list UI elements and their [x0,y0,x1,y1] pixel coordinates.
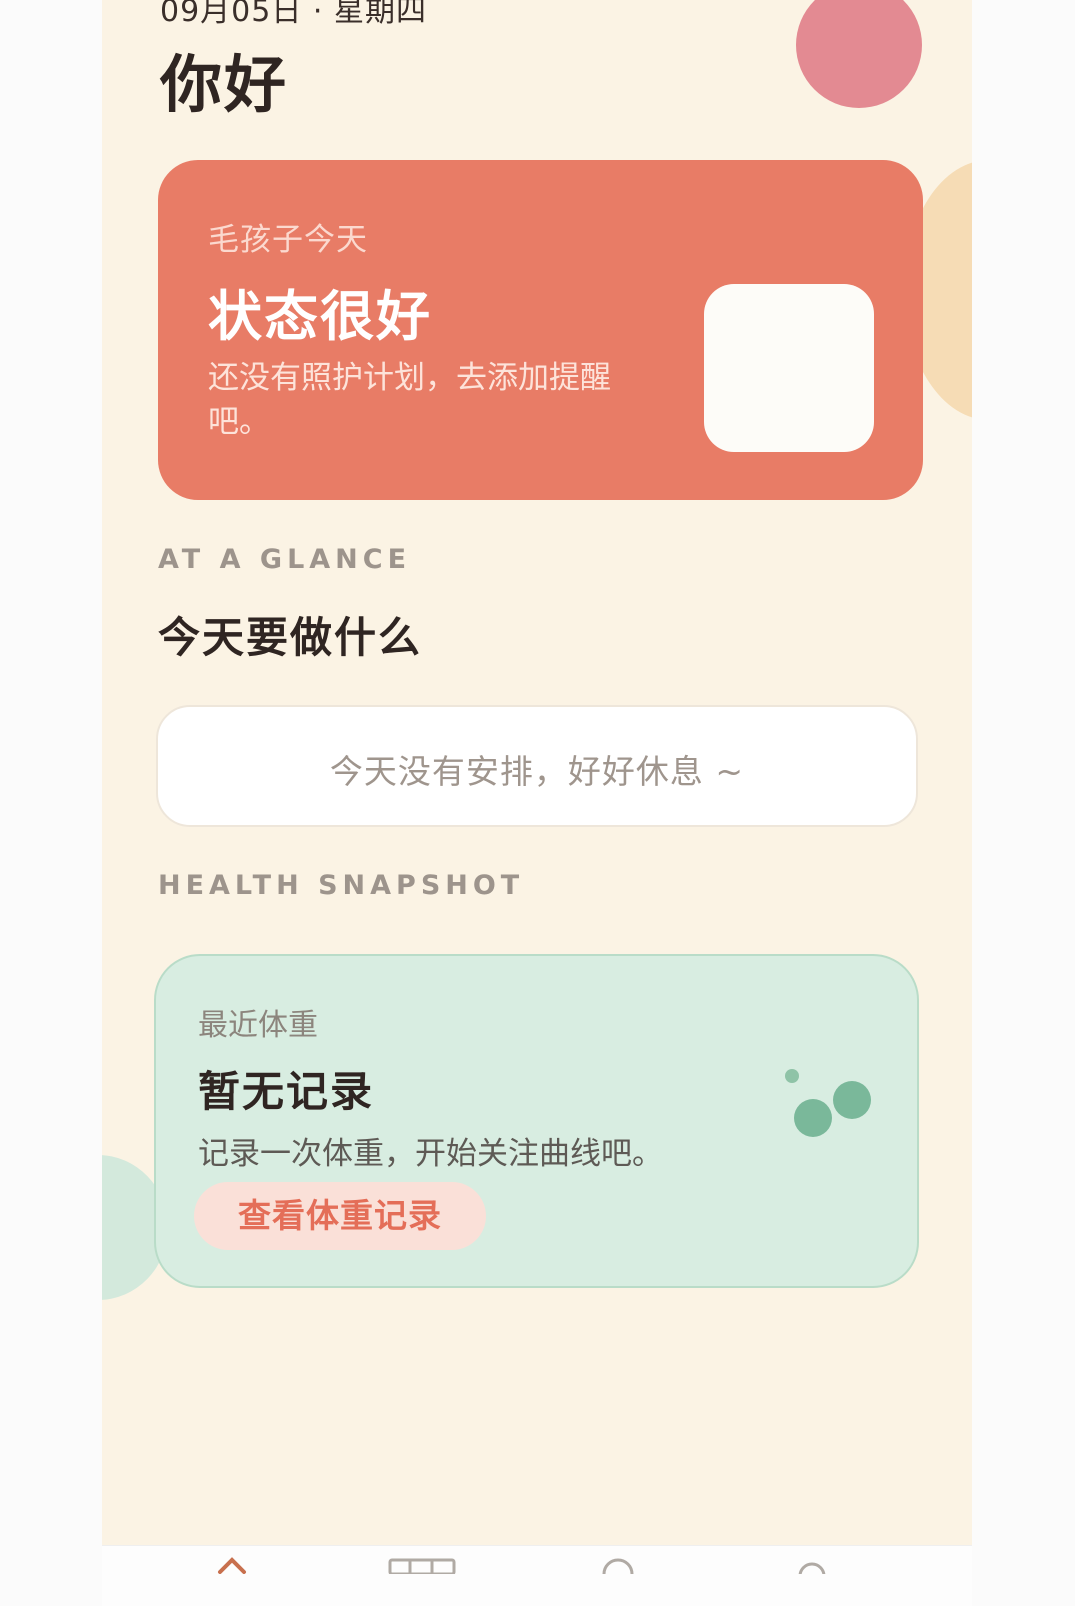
weight-kicker: 最近体重 [198,1008,318,1043]
status-title: 状态很好 [208,285,432,348]
pet-status-card[interactable]: 毛孩子今天 状态很好 还没有照护计划，去添加提醒吧。 [158,160,923,500]
weight-title: 暂无记录 [198,1067,375,1116]
pet-icon[interactable] [598,1554,638,1574]
calendar-icon[interactable] [388,1554,458,1574]
today-section-title: 今天要做什么 [158,613,423,662]
bottom-tab-bar [102,1545,972,1606]
home-icon[interactable] [212,1554,252,1574]
app-screen: 09月05日 · 星期四 你好 毛孩子今天 状态很好 还没有照护计划，去添加提醒… [102,0,972,1545]
weight-card: 最近体重 暂无记录 记录一次体重，开始关注曲线吧。 查看体重记录 [154,954,919,1288]
greeting-title: 你好 [160,48,289,121]
status-kicker: 毛孩子今天 [208,222,368,258]
weight-description: 记录一次体重，开始关注曲线吧。 [198,1136,663,1172]
status-description: 还没有照护计划，去添加提醒吧。 [208,360,611,440]
at-a-glance-eyebrow: AT A GLANCE [158,544,412,575]
today-empty-message: 今天没有安排，好好休息 ~ [329,752,745,791]
profile-icon[interactable] [792,1554,832,1574]
health-dots-icon [785,1069,871,1137]
decorative-pink-circle [796,0,922,108]
pet-avatar-tile [704,284,874,452]
date-label: 09月05日 · 星期四 [160,0,427,29]
health-snapshot-eyebrow: HEALTH SNAPSHOT [158,870,525,901]
view-weight-records-button[interactable]: 查看体重记录 [194,1182,486,1250]
today-empty-card: 今天没有安排，好好休息 ~ [156,705,918,827]
